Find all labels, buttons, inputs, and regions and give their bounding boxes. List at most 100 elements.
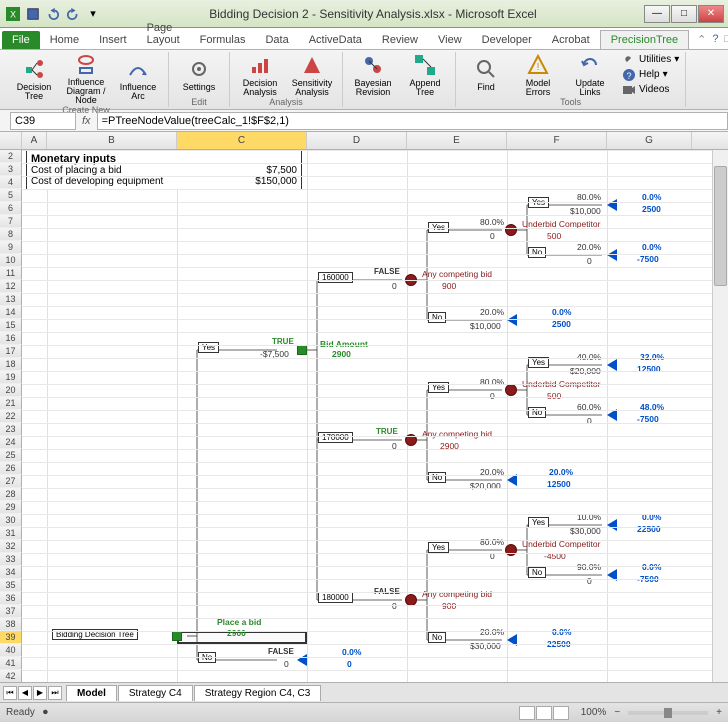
maximize-button[interactable]: □ xyxy=(671,5,697,23)
select-all-button[interactable] xyxy=(0,132,22,149)
help-icon[interactable]: ? xyxy=(712,33,718,46)
ab180-yes[interactable]: Yes xyxy=(428,542,449,553)
row-5[interactable]: 5 xyxy=(0,189,22,202)
row-25[interactable]: 25 xyxy=(0,449,22,462)
row-35[interactable]: 35 xyxy=(0,579,22,592)
bayesian-revision-button[interactable]: Bayesian Revision xyxy=(349,53,397,97)
sensitivity-analysis-button[interactable]: Sensitivity Analysis xyxy=(288,53,336,97)
ab160-no[interactable]: No xyxy=(428,312,446,323)
row-17[interactable]: 17 xyxy=(0,345,22,358)
ub3-node[interactable] xyxy=(505,544,517,556)
row-9[interactable]: 9 xyxy=(0,241,22,254)
row-16[interactable]: 16 xyxy=(0,332,22,345)
tab-page-layout[interactable]: Page Layout xyxy=(137,19,190,49)
tab-first-icon[interactable]: ⏮ xyxy=(3,686,17,700)
row-37[interactable]: 37 xyxy=(0,605,22,618)
row-27[interactable]: 27 xyxy=(0,475,22,488)
view-page-break-icon[interactable] xyxy=(553,706,569,720)
col-A[interactable]: A xyxy=(22,132,47,149)
ub3-no[interactable]: No xyxy=(528,567,546,578)
zoom-out-icon[interactable]: − xyxy=(614,707,620,718)
zoom-slider[interactable] xyxy=(628,711,708,715)
window-restore-icon[interactable]: □ xyxy=(725,33,728,46)
ub2-no[interactable]: No xyxy=(528,407,546,418)
utilities-button[interactable]: Utilities ▾ xyxy=(622,53,679,67)
ub1-node[interactable] xyxy=(505,224,517,236)
decision-analysis-button[interactable]: Decision Analysis xyxy=(236,53,284,97)
update-links-button[interactable]: Update Links xyxy=(566,53,614,97)
tab-last-icon[interactable]: ⏭ xyxy=(48,686,62,700)
tab-review[interactable]: Review xyxy=(372,31,428,49)
help-button[interactable]: ?Help ▾ xyxy=(622,68,679,82)
col-C[interactable]: C xyxy=(177,132,307,149)
tab-view[interactable]: View xyxy=(428,31,472,49)
col-G[interactable]: G xyxy=(607,132,692,149)
tab-activedata[interactable]: ActiveData xyxy=(299,31,372,49)
bid-amount-node[interactable] xyxy=(297,345,307,355)
formula-bar[interactable]: =PTreeNodeValue(treeCalc_1!$F$2,1) xyxy=(97,112,728,130)
row-4[interactable]: 4 xyxy=(0,176,22,189)
row-13[interactable]: 13 xyxy=(0,293,22,306)
grid[interactable]: Monetary inputs Cost of placing a bid$7,… xyxy=(22,150,712,682)
tab-data[interactable]: Data xyxy=(255,31,298,49)
zoom-thumb[interactable] xyxy=(664,708,672,718)
b160-box[interactable]: 160000 xyxy=(318,272,353,283)
row-21[interactable]: 21 xyxy=(0,397,22,410)
videos-button[interactable]: Videos xyxy=(622,83,679,97)
fx-icon[interactable]: fx xyxy=(82,115,91,127)
sheet-tab-model[interactable]: Model xyxy=(66,685,117,701)
row-11[interactable]: 11 xyxy=(0,267,22,280)
row-7[interactable]: 7 xyxy=(0,215,22,228)
row-31[interactable]: 31 xyxy=(0,527,22,540)
b180-box[interactable]: 180000 xyxy=(318,592,353,603)
row-33[interactable]: 33 xyxy=(0,553,22,566)
row-2[interactable]: 2 xyxy=(0,150,22,163)
macro-record-icon[interactable]: ⏺ xyxy=(43,707,48,718)
sheet-tab-strategy-region[interactable]: Strategy Region C4, C3 xyxy=(194,685,322,701)
row-38[interactable]: 38 xyxy=(0,618,22,631)
ab180-no[interactable]: No xyxy=(428,632,446,643)
row-6[interactable]: 6 xyxy=(0,202,22,215)
row-24[interactable]: 24 xyxy=(0,436,22,449)
undo-icon[interactable] xyxy=(44,5,62,23)
root-decision-node[interactable] xyxy=(172,631,182,641)
ribbon-minimize-icon[interactable]: ⌃ xyxy=(697,33,706,46)
zoom-in-icon[interactable]: + xyxy=(716,707,722,718)
tab-precisiontree[interactable]: PrecisionTree xyxy=(600,30,689,49)
row-14[interactable]: 14 xyxy=(0,306,22,319)
view-page-layout-icon[interactable] xyxy=(536,706,552,720)
col-E[interactable]: E xyxy=(407,132,507,149)
row-20[interactable]: 20 xyxy=(0,384,22,397)
scroll-thumb[interactable] xyxy=(714,166,727,286)
row-41[interactable]: 41 xyxy=(0,657,22,670)
row-39[interactable]: 39 xyxy=(0,631,22,644)
tab-next-icon[interactable]: ▶ xyxy=(33,686,47,700)
row-30[interactable]: 30 xyxy=(0,514,22,527)
model-errors-button[interactable]: ! Model Errors xyxy=(514,53,562,97)
save-icon[interactable] xyxy=(24,5,42,23)
row-22[interactable]: 22 xyxy=(0,410,22,423)
settings-button[interactable]: Settings xyxy=(175,57,223,92)
row-10[interactable]: 10 xyxy=(0,254,22,267)
ab170-no[interactable]: No xyxy=(428,472,446,483)
vertical-scrollbar[interactable] xyxy=(712,150,728,682)
b170-box[interactable]: 170000 xyxy=(318,432,353,443)
tab-prev-icon[interactable]: ◀ xyxy=(18,686,32,700)
influence-diagram-button[interactable]: Influence Diagram / Node xyxy=(62,52,110,105)
row-40[interactable]: 40 xyxy=(0,644,22,657)
row-19[interactable]: 19 xyxy=(0,371,22,384)
row-12[interactable]: 12 xyxy=(0,280,22,293)
view-normal-icon[interactable] xyxy=(519,706,535,720)
find-button[interactable]: Find xyxy=(462,57,510,92)
row-32[interactable]: 32 xyxy=(0,540,22,553)
row-15[interactable]: 15 xyxy=(0,319,22,332)
close-button[interactable]: ✕ xyxy=(698,5,724,23)
row-23[interactable]: 23 xyxy=(0,423,22,436)
row-28[interactable]: 28 xyxy=(0,488,22,501)
tab-formulas[interactable]: Formulas xyxy=(190,31,256,49)
row-8[interactable]: 8 xyxy=(0,228,22,241)
row-3[interactable]: 3 xyxy=(0,163,22,176)
tab-developer[interactable]: Developer xyxy=(472,31,542,49)
ub1-no[interactable]: No xyxy=(528,247,546,258)
redo-icon[interactable] xyxy=(64,5,82,23)
